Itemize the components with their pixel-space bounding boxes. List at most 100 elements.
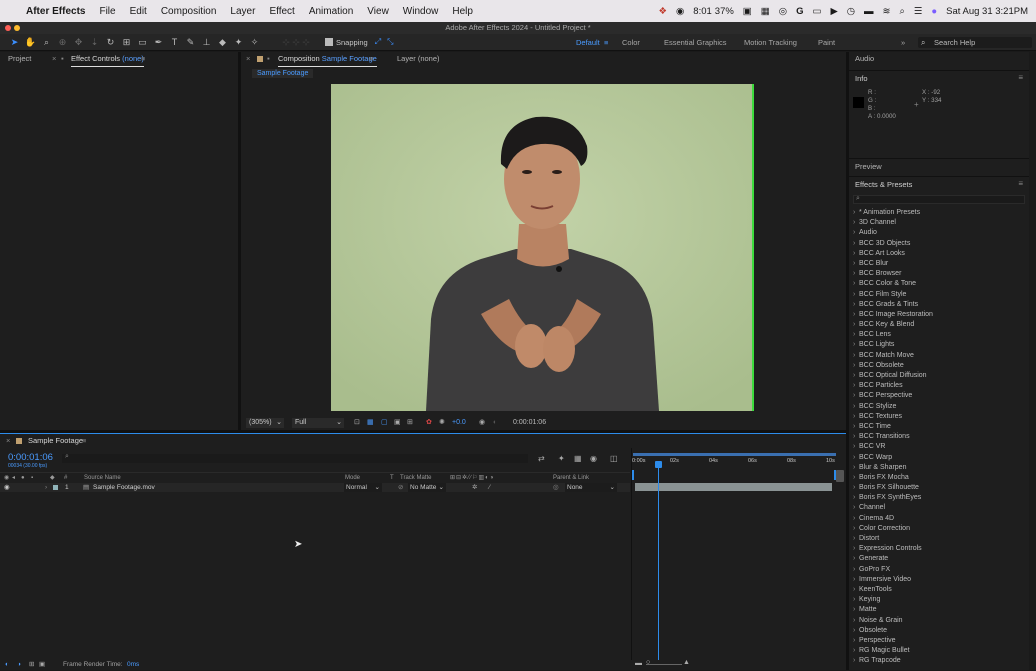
- layer-visibility-eye-icon[interactable]: ◉: [4, 483, 10, 492]
- info-menu-icon[interactable]: ≡: [1018, 73, 1023, 82]
- effect-category-item[interactable]: › BCC Perspective: [853, 391, 1028, 401]
- playhead-line[interactable]: [658, 461, 659, 660]
- parent-pickwhip-icon[interactable]: ◎: [553, 483, 559, 492]
- parent-dropdown[interactable]: None ⌄: [565, 483, 617, 492]
- layer-quality-switch-icon[interactable]: ∕: [489, 483, 490, 492]
- wifi-icon[interactable]: ≋: [883, 6, 891, 17]
- layer-collapse-switch-icon[interactable]: ✲: [472, 483, 477, 492]
- audio-switch-icon[interactable]: ◂: [12, 473, 15, 483]
- effect-category-item[interactable]: › Keying: [853, 595, 1028, 605]
- menubar-clock[interactable]: Sat Aug 31 3:21PM: [946, 6, 1028, 17]
- effect-category-item[interactable]: › Boris FX SynthEyes: [853, 493, 1028, 503]
- effect-category-item[interactable]: › BCC Optical Diffusion: [853, 371, 1028, 381]
- dropbox-icon[interactable]: ❖: [658, 6, 667, 17]
- workspace-default[interactable]: Default: [576, 34, 600, 51]
- effect-category-item[interactable]: › Perspective: [853, 636, 1028, 646]
- preview-panel-header[interactable]: Preview: [849, 158, 1029, 173]
- layer-search-input[interactable]: ⌕: [62, 453, 528, 463]
- roto-brush-tool-icon[interactable]: ✦: [232, 36, 245, 49]
- resolution-dropdown[interactable]: Full ⌄: [292, 418, 344, 428]
- clone-stamp-tool-icon[interactable]: ⊥: [200, 36, 213, 49]
- timeline-zoom-slider[interactable]: [646, 664, 682, 665]
- timeline-zoom-out-icon[interactable]: ▬: [635, 660, 642, 667]
- column-parent-link[interactable]: Parent & Link: [553, 473, 589, 483]
- dolly-tool-icon[interactable]: ⇣: [88, 36, 101, 49]
- layer-mode-dropdown[interactable]: Normal ⌄: [344, 483, 382, 492]
- grid-options-icon[interactable]: ⊞: [407, 416, 413, 430]
- minimize-window-button[interactable]: [14, 25, 20, 31]
- workspace-essential-graphics[interactable]: Essential Graphics: [664, 34, 727, 51]
- effect-category-item[interactable]: › BCC Transitions: [853, 432, 1028, 442]
- effect-category-item[interactable]: › BCC Stylize: [853, 402, 1028, 412]
- effect-category-item[interactable]: › BCC Key & Blend: [853, 320, 1028, 330]
- comp-breadcrumb[interactable]: Sample Footage: [252, 69, 314, 78]
- video-switch-icon[interactable]: ◉: [4, 473, 9, 483]
- 3d-view-icon[interactable]: ▣: [394, 416, 401, 430]
- comp-lock-icon[interactable]: ▪: [267, 52, 270, 66]
- puppet-tool-icon[interactable]: ✧: [248, 36, 261, 49]
- rotate-tool-icon[interactable]: ↻: [104, 36, 117, 49]
- effect-category-item[interactable]: › Boris FX Silhouette: [853, 483, 1028, 493]
- effect-category-item[interactable]: › BCC Browser: [853, 269, 1028, 279]
- tab-layer[interactable]: Layer (none): [397, 52, 440, 66]
- effect-category-item[interactable]: › RG Trapcode: [853, 656, 1028, 666]
- timer-text[interactable]: 8:01: [693, 6, 712, 17]
- timeline-zoom-handle[interactable]: ○: [646, 659, 650, 666]
- label-tag-icon[interactable]: ◆: [50, 473, 55, 483]
- snapping-checkbox[interactable]: [325, 38, 333, 46]
- timeline-graph-area[interactable]: 0:00s 02s 04s 06s 08s 10s ▬ ○ ▲: [631, 448, 846, 667]
- timeline-timecode[interactable]: 0:00:01:06: [8, 452, 53, 463]
- tab-effect-controls[interactable]: Effect Controls (none): [71, 52, 144, 67]
- effect-category-item[interactable]: › Generate: [853, 554, 1028, 564]
- effect-category-item[interactable]: › Matte: [853, 605, 1028, 615]
- effect-category-item[interactable]: › Obsolete: [853, 626, 1028, 636]
- eraser-tool-icon[interactable]: ◆: [216, 36, 229, 49]
- snap-grid-icon[interactable]: ⤡: [387, 37, 393, 47]
- effect-category-item[interactable]: › 3D Channel: [853, 218, 1028, 228]
- effect-category-item[interactable]: › BCC Lens: [853, 330, 1028, 340]
- effect-category-item[interactable]: › Distort: [853, 534, 1028, 544]
- draft-3d-icon[interactable]: ✦: [558, 454, 565, 464]
- effect-category-item[interactable]: › Channel: [853, 503, 1028, 513]
- more-workspaces-icon[interactable]: »: [901, 34, 905, 51]
- composition-mini-flowchart-icon[interactable]: ⇄: [538, 454, 545, 464]
- battery-icon[interactable]: ▬: [864, 6, 874, 17]
- app-menu[interactable]: After Effects: [19, 6, 92, 17]
- selection-tool-icon[interactable]: ➤: [8, 36, 21, 49]
- screen-icon[interactable]: ▣: [743, 6, 752, 17]
- effect-category-item[interactable]: › BCC Blur: [853, 259, 1028, 269]
- modes-toggle-icon[interactable]: ◑: [17, 660, 21, 670]
- workspace-motion-tracking[interactable]: Motion Tracking: [744, 34, 797, 51]
- workspace-color[interactable]: Color: [622, 34, 640, 51]
- exposure-value[interactable]: +0.0: [452, 416, 466, 430]
- effect-category-item[interactable]: › KeenTools: [853, 585, 1028, 595]
- grid-icon[interactable]: ▦: [761, 6, 770, 17]
- work-area-bar[interactable]: [633, 453, 836, 456]
- effect-category-item[interactable]: › Boris FX Mocha: [853, 473, 1028, 483]
- display-icon[interactable]: ▭: [812, 6, 821, 17]
- timeline-tab-close-icon[interactable]: ×: [6, 434, 10, 448]
- timeline-right-scroll[interactable]: [836, 470, 844, 482]
- menu-composition[interactable]: Composition: [154, 6, 224, 17]
- effect-category-item[interactable]: › Noise & Grain: [853, 616, 1028, 626]
- tab-composition[interactable]: Composition Sample Footage: [278, 52, 377, 67]
- timeline-zoom-in-icon[interactable]: ▲: [683, 659, 690, 666]
- hand-tool-icon[interactable]: ✋: [24, 36, 37, 49]
- show-snapshot-icon[interactable]: ◐: [493, 416, 497, 430]
- composition-viewer-frame[interactable]: [331, 84, 754, 411]
- effect-category-item[interactable]: › BCC Match Move: [853, 351, 1028, 361]
- panel-menu-icon[interactable]: ≡: [141, 52, 145, 66]
- render-toggle-icon[interactable]: ◐: [5, 660, 9, 670]
- track-matte-dropdown[interactable]: No Matte ⌄: [408, 483, 446, 492]
- close-window-button[interactable]: [5, 25, 11, 31]
- snapping-control[interactable]: Snapping ⤢ ⤡: [325, 37, 394, 47]
- comp-tab-close-icon[interactable]: ×: [246, 52, 250, 66]
- effect-category-item[interactable]: › * Animation Presets: [853, 208, 1028, 218]
- siri-icon[interactable]: ●: [931, 6, 937, 17]
- status-icon[interactable]: ◉: [676, 6, 684, 17]
- effect-category-item[interactable]: › BCC Art Looks: [853, 249, 1028, 259]
- zoom-tool-icon[interactable]: ⌕: [40, 36, 53, 49]
- switches-toggle-icon[interactable]: ⊞: [29, 660, 34, 670]
- effect-category-item[interactable]: › BCC 3D Objects: [853, 239, 1028, 249]
- snapshot-camera-icon[interactable]: ◉: [479, 416, 485, 430]
